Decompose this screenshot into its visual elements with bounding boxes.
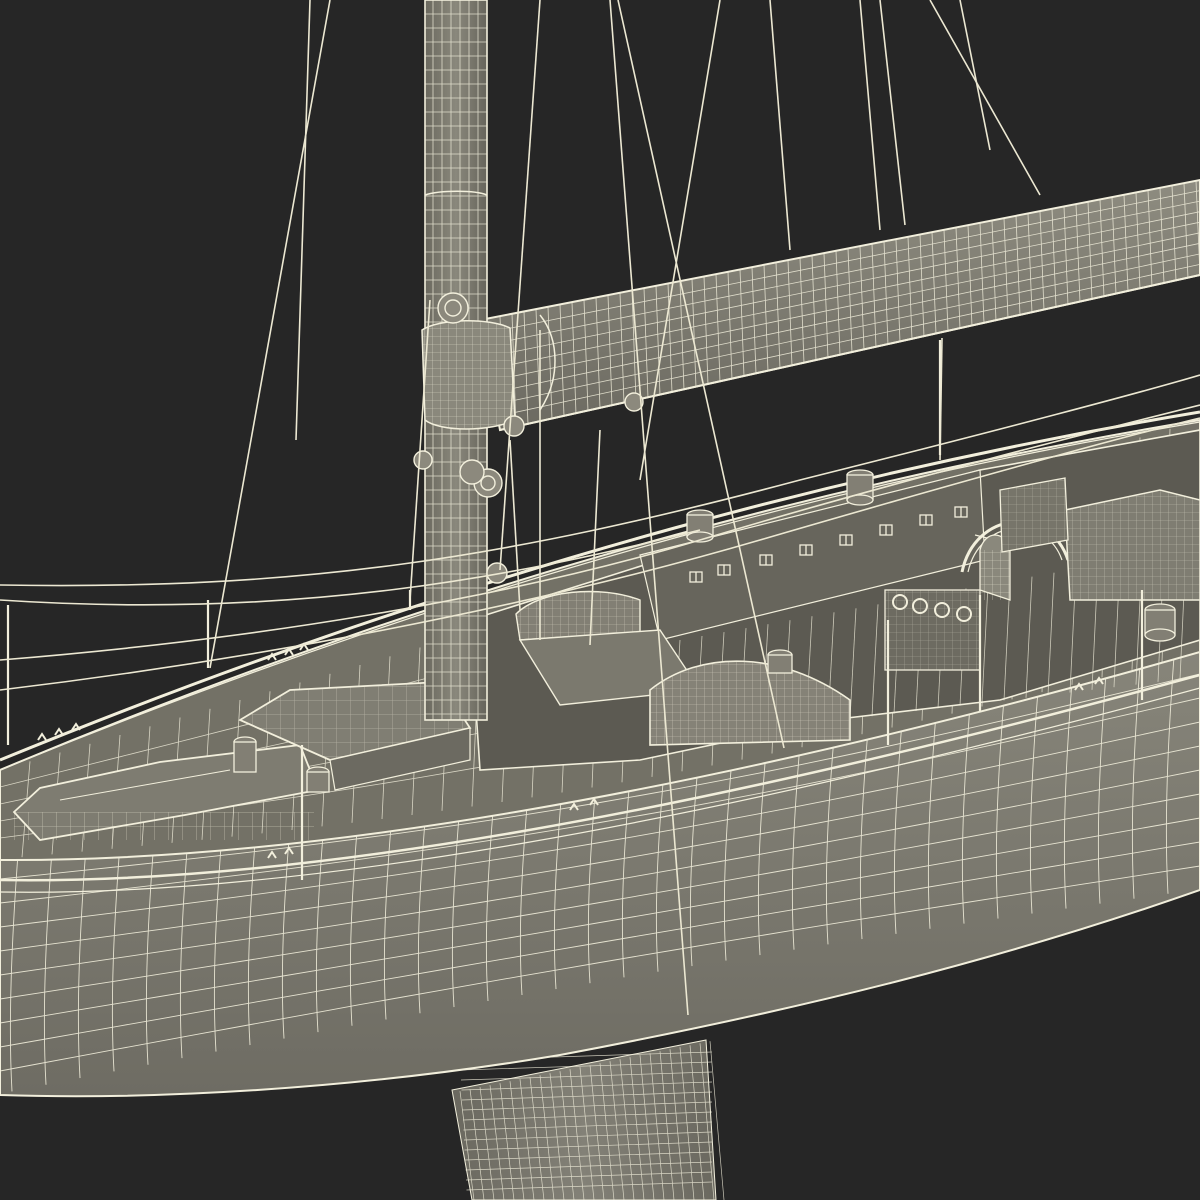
render-viewport <box>0 0 1200 1200</box>
